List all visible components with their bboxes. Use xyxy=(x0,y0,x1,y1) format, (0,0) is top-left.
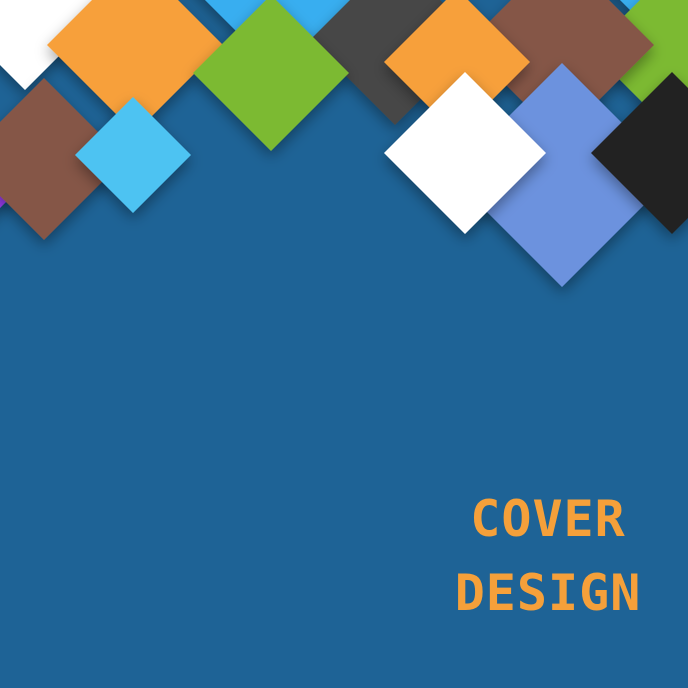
title-line-design: DESIGN xyxy=(454,564,642,622)
cover-canvas: { "background_color": "#1e6396", "title"… xyxy=(0,0,688,688)
diamond-light-blue xyxy=(75,97,191,213)
title-line-cover: COVER xyxy=(470,490,626,548)
